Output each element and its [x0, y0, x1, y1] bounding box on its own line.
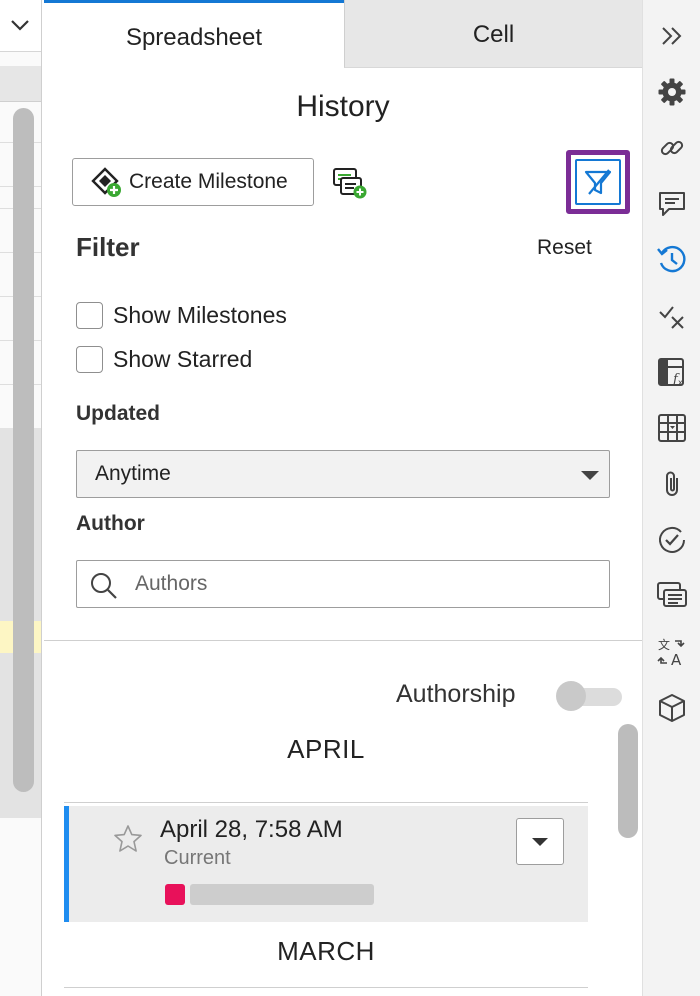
create-milestone-button[interactable]: Create Milestone: [72, 158, 314, 206]
updated-select-value: Anytime: [95, 462, 171, 485]
show-milestones-label: Show Milestones: [113, 302, 287, 328]
show-milestones-checkbox[interactable]: [76, 302, 103, 329]
toggle-knob: [556, 681, 586, 711]
star-icon[interactable]: [113, 824, 143, 854]
approval-icon[interactable]: [654, 522, 690, 558]
authorship-toggle[interactable]: [556, 681, 622, 711]
attachment-icon[interactable]: [654, 466, 690, 502]
show-starred-label: Show Starred: [113, 346, 253, 372]
history-scrollbar[interactable]: [618, 724, 638, 838]
authors-search-field[interactable]: [76, 560, 610, 608]
author-label: Author: [76, 512, 145, 535]
filter-heading: Filter: [76, 232, 140, 262]
authors-input[interactable]: [135, 569, 595, 599]
collapse-panel-icon[interactable]: [654, 18, 690, 54]
table-icon[interactable]: [654, 410, 690, 446]
sheet-column-header: [0, 66, 41, 102]
month-heading: MARCH: [277, 936, 375, 966]
updated-label: Updated: [76, 402, 160, 425]
show-starred-checkbox[interactable]: [76, 346, 103, 373]
show-starred-option[interactable]: Show Starred: [76, 346, 252, 373]
sheet-scrollbar[interactable]: [13, 108, 34, 792]
updated-select[interactable]: Anytime: [76, 450, 610, 498]
caret-down-icon: [532, 838, 548, 846]
author-name-placeholder: [190, 884, 374, 905]
create-milestone-label: Create Milestone: [129, 170, 288, 193]
authorship-label: Authorship: [396, 680, 516, 708]
month-divider: [64, 987, 588, 988]
tab-spreadsheet[interactable]: Spreadsheet: [44, 0, 344, 68]
panel-title: History: [296, 90, 390, 123]
tab-cell[interactable]: Cell: [344, 0, 642, 68]
sheet-dropdown[interactable]: [0, 0, 41, 52]
translate-icon[interactable]: 文 A: [654, 634, 690, 670]
history-entry[interactable]: April 28, 7:58 AM Current: [64, 806, 588, 922]
svg-text:x: x: [678, 378, 683, 387]
search-icon: [91, 573, 117, 599]
entry-menu-button[interactable]: [516, 818, 564, 865]
function-icon[interactable]: f x: [654, 354, 690, 390]
link-icon[interactable]: [654, 130, 690, 166]
history-icon[interactable]: [654, 242, 690, 278]
month-heading: APRIL: [287, 734, 365, 764]
filter-toggle-button[interactable]: [566, 150, 630, 214]
3d-model-icon[interactable]: [654, 690, 690, 726]
history-panel: History Create Milestone Filter Reset Sh…: [44, 68, 642, 996]
spreadsheet-edge: [0, 0, 42, 996]
caret-down-icon: [581, 471, 599, 480]
history-app: Spreadsheet Cell History Create Mileston…: [0, 0, 700, 996]
compare-versions-icon[interactable]: [332, 166, 368, 200]
filter-off-icon: [584, 169, 612, 195]
right-toolbar: f x 文 A: [642, 0, 700, 996]
panel-tabs: Spreadsheet Cell: [44, 0, 642, 68]
svg-text:A: A: [671, 651, 682, 668]
settings-icon[interactable]: [654, 74, 690, 110]
entry-status: Current: [164, 847, 231, 869]
milestone-add-icon: [91, 167, 121, 197]
show-milestones-option[interactable]: Show Milestones: [76, 302, 287, 329]
accessibility-check-icon[interactable]: [654, 298, 690, 334]
svg-text:文: 文: [658, 637, 670, 652]
forms-icon[interactable]: [654, 578, 690, 614]
reset-filters-link[interactable]: Reset: [537, 236, 592, 260]
section-divider: [44, 640, 642, 641]
comments-icon[interactable]: [654, 186, 690, 222]
chevron-down-icon: [11, 20, 29, 31]
month-divider: [64, 802, 588, 803]
author-color-swatch: [165, 884, 185, 905]
entry-date: April 28, 7:58 AM: [160, 816, 343, 843]
